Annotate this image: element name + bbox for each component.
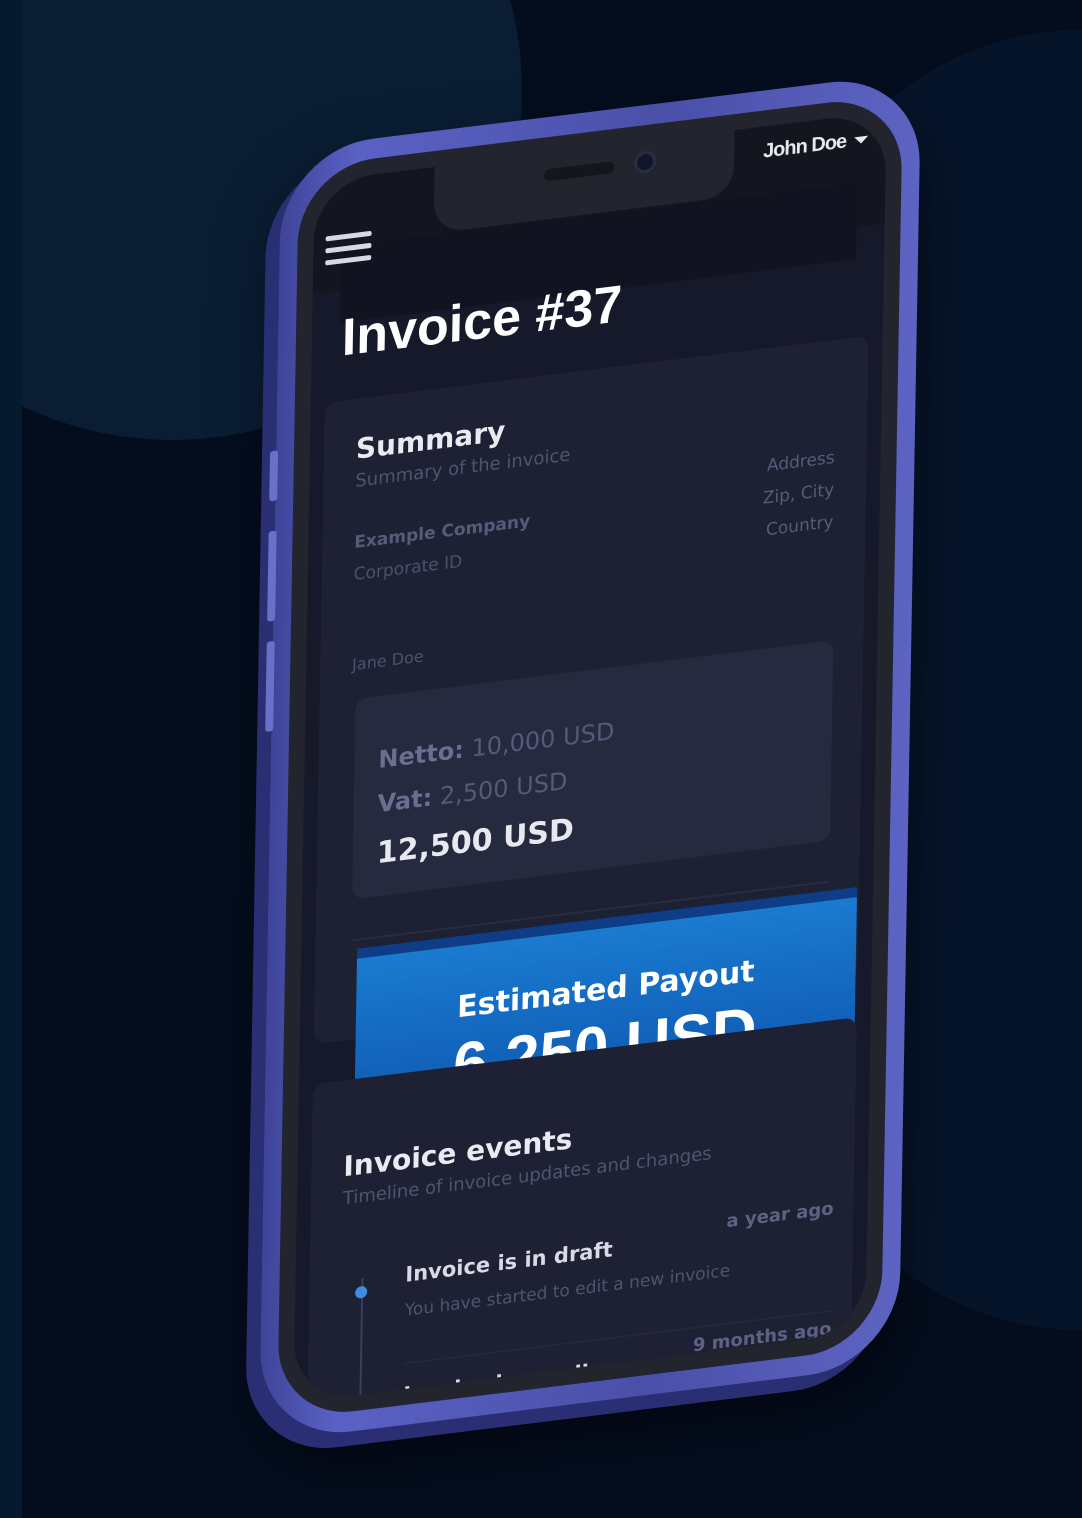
total-amount: 12,500 USD xyxy=(376,811,575,872)
timeline-event[interactable]: Invoice is in draft You have started to … xyxy=(355,1198,834,1321)
phone-side-button xyxy=(269,450,279,502)
speaker-grille xyxy=(544,160,615,182)
main-content: Invoice #37 Summary Summary of the invoi… xyxy=(293,224,884,1421)
phone-side-button xyxy=(265,640,275,732)
totals-panel: Netto: 10,000 USD Vat: 2,500 USD 12,500 … xyxy=(352,640,834,900)
corporate-id: Corporate ID xyxy=(353,551,463,586)
dot-icon xyxy=(355,1285,368,1299)
netto-row: Netto: 10,000 USD xyxy=(378,717,614,774)
hamburger-menu-icon[interactable] xyxy=(325,230,372,273)
vat-value: 2,500 USD xyxy=(439,766,568,811)
caret-down-icon xyxy=(854,135,869,145)
event-time: a year ago xyxy=(726,1198,834,1233)
contact-name: Jane Doe xyxy=(351,646,424,675)
front-camera xyxy=(634,149,657,175)
address-block: Address Zip, City Country xyxy=(762,442,835,547)
page-title: Invoice #37 xyxy=(341,274,623,368)
phone-screen: John Doe Invoice #37 Summary Summary of … xyxy=(277,93,903,1421)
summary-card: Summary Summary of the invoice Example C… xyxy=(313,335,869,1130)
stage: John Doe Invoice #37 Summary Summary of … xyxy=(0,0,1082,1518)
timeline-line xyxy=(357,1277,364,1421)
company-name: Example Company xyxy=(354,511,531,554)
netto-value: 10,000 USD xyxy=(471,716,615,763)
phone-mockup: John Doe Invoice #37 Summary Summary of … xyxy=(258,71,922,1443)
netto-label: Netto: xyxy=(378,735,465,775)
vat-label: Vat: xyxy=(377,783,433,819)
vat-row: Vat: 2,500 USD xyxy=(377,767,567,818)
phone-side-button xyxy=(267,530,277,622)
